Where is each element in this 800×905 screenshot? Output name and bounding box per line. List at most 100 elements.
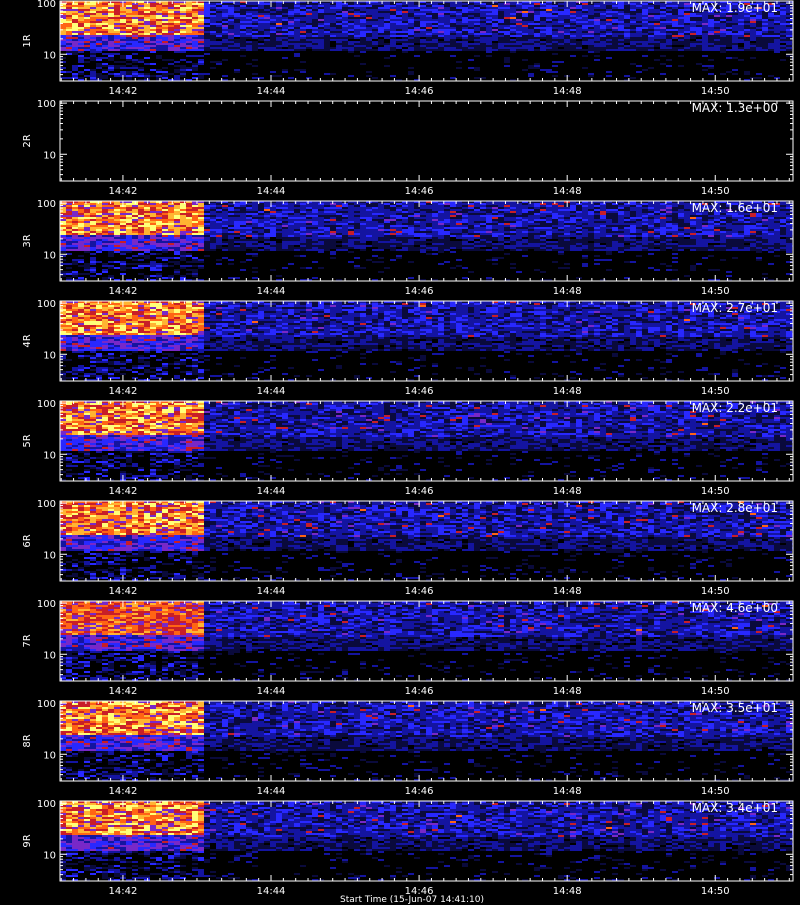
heatmap-cell — [528, 15, 534, 17]
heatmap-cell — [504, 3, 510, 5]
heatmap-cell — [102, 269, 108, 271]
heatmap-cell — [294, 227, 300, 229]
heatmap-cell — [84, 23, 90, 25]
heatmap-cell — [150, 275, 156, 277]
heatmap-cell — [186, 43, 192, 45]
heatmap-cell — [450, 25, 456, 27]
heatmap-cell — [144, 245, 150, 247]
heatmap-cell — [180, 27, 186, 29]
heatmap-cell — [498, 11, 504, 13]
heatmap-cell — [234, 5, 240, 7]
heatmap-cell — [360, 25, 366, 27]
heatmap-cell — [696, 33, 702, 35]
x-tick-label: 14:50 — [701, 86, 730, 97]
heatmap-cell — [294, 229, 300, 231]
heatmap-cell — [150, 211, 156, 213]
heatmap-cell — [510, 33, 516, 35]
heatmap-cell — [168, 27, 174, 29]
heatmap-cell — [120, 223, 126, 225]
heatmap-cell — [258, 13, 264, 15]
heatmap-cell — [234, 229, 240, 231]
heatmap-cell — [342, 19, 348, 21]
heatmap-cell — [540, 21, 546, 23]
heatmap-cell — [366, 33, 372, 35]
heatmap-cell — [324, 73, 330, 75]
heatmap-cell — [396, 21, 402, 23]
heatmap-cell — [264, 227, 270, 229]
heatmap-cell — [84, 247, 90, 249]
heatmap-cell — [732, 35, 738, 37]
heatmap-cell — [582, 55, 588, 57]
heatmap-cell — [138, 45, 144, 47]
heatmap-cell — [678, 23, 684, 25]
heatmap-cell — [618, 11, 624, 13]
heatmap-cell — [78, 37, 84, 39]
heatmap-cell — [312, 47, 318, 49]
heatmap-cell — [444, 5, 450, 7]
heatmap-cell — [540, 33, 546, 35]
heatmap-cell — [162, 75, 168, 77]
heatmap-cell — [780, 49, 786, 51]
heatmap-cell — [252, 247, 258, 249]
heatmap-cell — [546, 29, 552, 31]
heatmap-cell — [384, 33, 390, 35]
heatmap-cell — [456, 43, 462, 45]
panel-2-chart: 14:4214:4414:4614:4814:50100102RMAX: 1.3… — [0, 100, 800, 200]
heatmap-cell — [132, 259, 138, 261]
heatmap-cell — [318, 47, 324, 49]
heatmap-cell — [204, 37, 210, 39]
heatmap-cell — [258, 221, 264, 223]
heatmap-cell — [144, 21, 150, 23]
heatmap-cell — [228, 15, 234, 17]
heatmap-cell — [234, 225, 240, 227]
heatmap-cell — [588, 9, 594, 11]
heatmap-cell — [678, 13, 684, 15]
heatmap-cell — [780, 25, 786, 27]
heatmap-cell — [498, 7, 504, 9]
heatmap-cell — [666, 39, 672, 41]
heatmap-cell — [174, 227, 180, 229]
heatmap-cell — [306, 77, 312, 79]
heatmap-cell — [588, 15, 594, 17]
heatmap-cell — [264, 49, 270, 51]
heatmap-cell — [120, 215, 126, 217]
heatmap-cell — [600, 9, 606, 11]
heatmap-cell — [432, 25, 438, 27]
heatmap-cell — [276, 41, 282, 43]
heatmap-cell — [306, 15, 312, 17]
heatmap-cell — [60, 221, 66, 223]
heatmap-cell — [474, 67, 480, 69]
heatmap-cell — [444, 35, 450, 37]
heatmap-cell — [102, 207, 108, 209]
y-tick-label: 100 — [37, 100, 56, 110]
heatmap-cell — [102, 271, 108, 273]
heatmap-cell — [294, 33, 300, 35]
heatmap-cell — [780, 31, 786, 33]
heatmap-cell — [132, 223, 138, 225]
heatmap-cell — [102, 229, 108, 231]
heatmap-cell — [300, 61, 306, 63]
heatmap-cell — [426, 35, 432, 37]
heatmap-cell — [114, 7, 120, 9]
heatmap-cell — [258, 29, 264, 31]
heatmap-cell — [552, 75, 558, 77]
heatmap-cell — [546, 71, 552, 73]
heatmap-cell — [72, 69, 78, 71]
heatmap-cell — [276, 37, 282, 39]
heatmap-cell — [300, 35, 306, 37]
heatmap-cell — [264, 239, 270, 241]
heatmap-cell — [234, 233, 240, 235]
heatmap-cell — [636, 13, 642, 15]
heatmap-cell — [300, 203, 306, 205]
heatmap-cell — [150, 213, 156, 215]
y-axis-ticks — [60, 103, 793, 181]
heatmap-cell — [180, 25, 186, 27]
heatmap-cell — [648, 25, 654, 27]
heatmap-cell — [612, 21, 618, 23]
heatmap-cell — [168, 25, 174, 27]
heatmap-cell — [78, 55, 84, 57]
heatmap-cell — [216, 259, 222, 261]
heatmap-cell — [564, 37, 570, 39]
heatmap-cell — [312, 23, 318, 25]
heatmap-cell — [324, 237, 330, 239]
